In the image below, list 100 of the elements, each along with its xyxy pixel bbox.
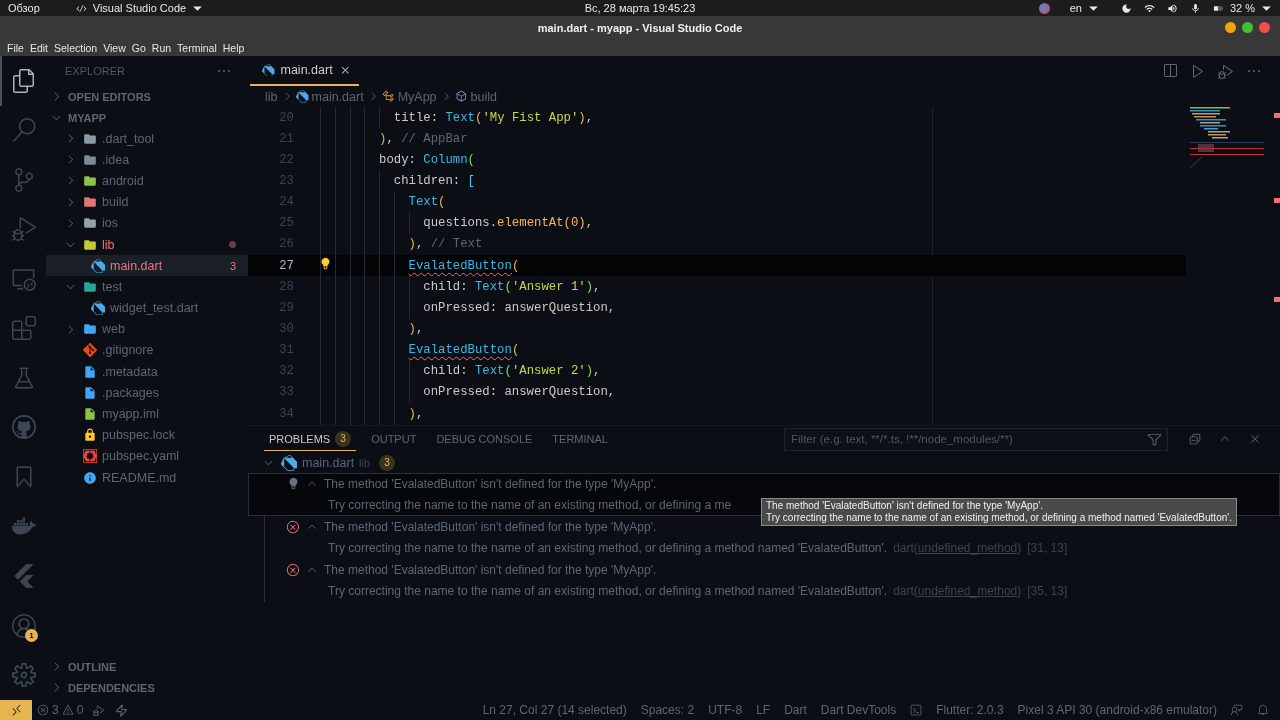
code-token: ) bbox=[585, 279, 594, 294]
file-name: .metadata bbox=[102, 364, 158, 379]
problem-detail: Try correcting the name to the name of an existing method, or defining a method named 'EvalatedButton'. bbox=[328, 583, 888, 598]
line-number: 32 bbox=[278, 364, 294, 379]
code-comment: // AppBar bbox=[401, 131, 468, 146]
problem-count: 3 bbox=[229, 259, 236, 272]
section-title: DEPENDENCIES bbox=[68, 681, 155, 694]
problem-position: [31, 13] bbox=[1027, 540, 1068, 555]
code-token: child: bbox=[423, 364, 469, 379]
code-token: Text bbox=[474, 279, 505, 294]
file-name: .dart_tool bbox=[102, 131, 155, 146]
code-token: ( bbox=[504, 364, 512, 379]
file-name: myapp.iml bbox=[102, 407, 159, 422]
code-token: Text bbox=[445, 110, 475, 125]
code-token: Column bbox=[423, 152, 468, 167]
file-name: .gitignore bbox=[102, 343, 154, 358]
file-name: test bbox=[102, 279, 123, 294]
count-badge: 3 bbox=[335, 430, 352, 447]
code-token: questions. bbox=[423, 216, 498, 231]
code-token: ( bbox=[467, 152, 475, 167]
file-name: web bbox=[102, 322, 125, 337]
line-number: 23 bbox=[278, 174, 294, 188]
section-title: OUTLINE bbox=[68, 660, 117, 673]
code-token: body: bbox=[379, 152, 417, 167]
code-token: , bbox=[585, 216, 594, 231]
file-name: android bbox=[102, 173, 144, 188]
code-token: ( bbox=[511, 258, 520, 273]
line-number: 29 bbox=[278, 300, 294, 315]
code-token: onPressed: answerQuestion, bbox=[423, 385, 616, 400]
file-name: lib bbox=[102, 237, 115, 252]
section-title: OPEN EDITORS bbox=[68, 90, 151, 103]
tooltip-text: The method 'EvalatedButton' isn't defined for the type 'MyApp'. bbox=[766, 500, 1044, 512]
line-number: 33 bbox=[278, 385, 294, 400]
code-token: , bbox=[415, 321, 424, 336]
problem-position: [35, 13] bbox=[1027, 583, 1068, 598]
code-token: , bbox=[593, 364, 601, 379]
problem-message: The method 'EvalatedButton' isn't defined for the type 'MyApp'. bbox=[324, 563, 657, 578]
code-token: Text bbox=[408, 195, 439, 210]
battery-level: 32 % bbox=[1229, 2, 1255, 14]
line-number: 30 bbox=[278, 321, 294, 336]
file-name: README.md bbox=[102, 470, 177, 485]
line-number: 31 bbox=[278, 343, 294, 358]
section-title: MYAPP bbox=[68, 111, 107, 124]
sidebar-title: EXPLORER bbox=[65, 65, 125, 77]
line-number: 26 bbox=[278, 237, 294, 252]
file-name: .idea bbox=[102, 152, 130, 167]
code-token: ( bbox=[511, 343, 520, 358]
line-number: 21 bbox=[278, 131, 294, 146]
file-name: ios bbox=[102, 216, 118, 231]
file-name: .packages bbox=[102, 385, 159, 400]
code-token: , bbox=[386, 131, 395, 146]
code-token: child: bbox=[423, 279, 469, 294]
line-number: 20 bbox=[278, 110, 294, 125]
file-name: main.dart bbox=[110, 258, 163, 273]
code-token: 'Answer 1' bbox=[511, 279, 586, 294]
code-token: title: bbox=[393, 110, 440, 125]
code-token: ) bbox=[379, 131, 387, 146]
code-token: Text bbox=[474, 364, 505, 379]
code-token: ) bbox=[408, 237, 416, 252]
code-token: children: bbox=[393, 174, 462, 188]
code-token: , bbox=[415, 406, 424, 421]
code-token: [ bbox=[467, 174, 475, 188]
line-number: 34 bbox=[278, 406, 294, 421]
count-badge: 3 bbox=[379, 454, 396, 471]
code-token: ) bbox=[408, 321, 416, 336]
notification-badge: 1 bbox=[25, 628, 38, 642]
code-token: 'My Fist App' bbox=[482, 110, 579, 125]
code-token: ) bbox=[578, 110, 586, 125]
file-name: pubspec.lock bbox=[102, 428, 175, 443]
code-token: ( bbox=[438, 195, 446, 210]
problem-message: The method 'EvalatedButton' isn't defined for the type 'MyApp'. bbox=[324, 520, 657, 535]
file-name: build bbox=[102, 195, 129, 210]
code-token: , bbox=[585, 110, 594, 125]
code-token: 'Answer 2' bbox=[511, 364, 586, 379]
code-token: elementAt(0) bbox=[497, 216, 586, 231]
file-name: pubspec.yaml bbox=[102, 449, 180, 464]
line-number: 28 bbox=[278, 279, 294, 294]
warning-count: 0 bbox=[76, 703, 84, 717]
code-token: ( bbox=[504, 279, 512, 294]
code-token: , bbox=[415, 237, 425, 252]
line-number: 24 bbox=[278, 195, 294, 210]
problem-source: dart(undefined_method) bbox=[893, 540, 1022, 555]
problem-detail: Try correcting the name to the name of an existing method, or defining a method named 'EvalatedButton'. bbox=[328, 540, 888, 555]
line-number: 27 bbox=[278, 258, 294, 273]
code-token: ) bbox=[585, 364, 594, 379]
code-token: , bbox=[593, 279, 601, 294]
code-token: ) bbox=[408, 406, 416, 421]
problem-detail: Try correcting the name to the name of an existing method, or defining a me bbox=[328, 497, 732, 512]
file-name: widget_test.dart bbox=[110, 301, 199, 316]
error-code-token: EvalatedButton bbox=[408, 343, 512, 358]
problem-message: The method 'EvalatedButton' isn't defined for the type 'MyApp'. bbox=[324, 477, 657, 492]
line-number: 25 bbox=[278, 216, 294, 231]
file-name: main.dart bbox=[302, 455, 355, 470]
error-count: 3 bbox=[52, 703, 59, 717]
window-title: main.dart - myapp - Visual Studio Code bbox=[537, 22, 743, 34]
code-token: ( bbox=[475, 110, 483, 125]
problem-source: dart(undefined_method) bbox=[893, 583, 1022, 598]
error-code-token: EvalatedButton bbox=[408, 258, 512, 273]
code-token: onPressed: answerQuestion, bbox=[423, 300, 616, 315]
line-number: 22 bbox=[278, 152, 294, 167]
